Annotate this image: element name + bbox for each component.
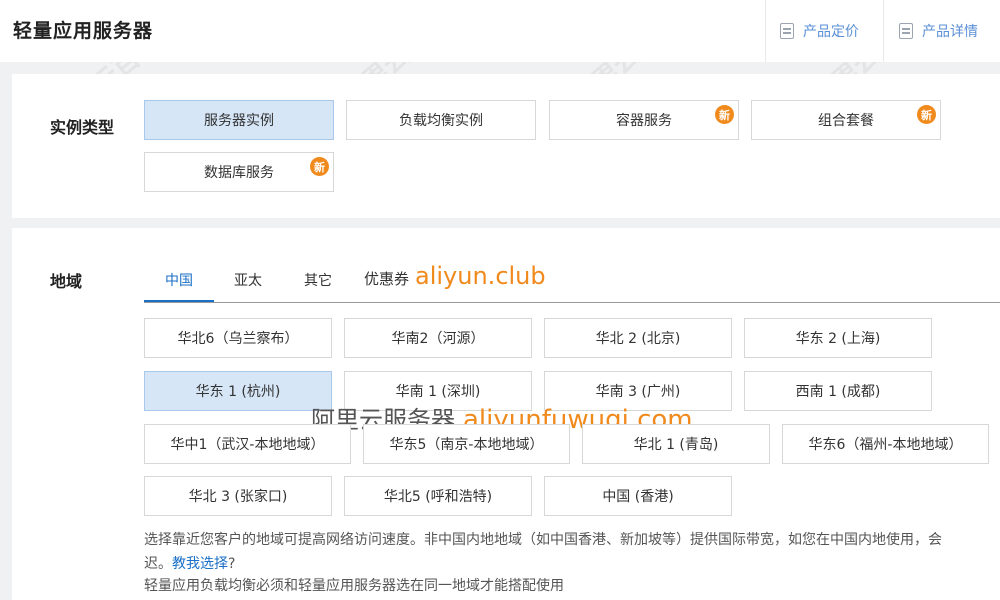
new-badge: 新 <box>310 157 329 176</box>
option-label: 组合套餐 <box>818 113 874 129</box>
option-label: 华东 2 (上海) <box>795 331 881 347</box>
option-label: 数据库服务 <box>204 165 274 181</box>
instance-option-bundle[interactable]: 组合套餐 新 <box>751 100 941 140</box>
option-label: 华东 1 (杭州) <box>195 384 281 400</box>
desc-suffix: ? <box>228 556 236 572</box>
page-title: 轻量应用服务器 <box>13 20 154 42</box>
details-link-label: 产品详情 <box>922 24 978 40</box>
header-divider <box>883 0 884 62</box>
tab-divider <box>144 302 1000 303</box>
option-label: 华北5 (呼和浩特) <box>383 489 493 505</box>
option-label: 华北 2 (北京) <box>595 331 681 347</box>
coupon-text: 优惠券 <box>364 270 410 288</box>
tab-other[interactable]: 其它 <box>304 270 332 290</box>
pricing-doc-icon <box>780 23 794 39</box>
region-option[interactable]: 华北 3 (张家口) <box>144 476 332 516</box>
instance-option-load-balancer[interactable]: 负载均衡实例 <box>346 100 536 140</box>
option-label: 容器服务 <box>616 113 672 129</box>
instance-option-container[interactable]: 容器服务 新 <box>549 100 739 140</box>
region-option[interactable]: 华东 2 (上海) <box>744 318 932 358</box>
option-label: 华北 3 (张家口) <box>188 489 288 505</box>
region-option-selected[interactable]: 华东 1 (杭州) <box>144 371 332 411</box>
option-label: 中国 (香港) <box>602 489 674 505</box>
new-badge: 新 <box>917 105 936 124</box>
header-divider <box>765 0 766 62</box>
instance-type-label: 实例类型 <box>50 118 115 137</box>
region-description-line2: 迟。教我选择? <box>144 552 235 576</box>
details-doc-icon <box>899 23 913 39</box>
region-option[interactable]: 华东5（南京-本地地域） <box>363 424 570 464</box>
option-label: 华北6（乌兰察布） <box>177 331 299 347</box>
option-label: 华北 1 (青岛) <box>633 437 719 453</box>
instance-option-server[interactable]: 服务器实例 <box>144 100 334 140</box>
tab-china[interactable]: 中国 <box>165 270 193 290</box>
tab-asia-pacific[interactable]: 亚太 <box>234 270 262 290</box>
pricing-link-label: 产品定价 <box>803 24 859 40</box>
help-choose-link[interactable]: 教我选择 <box>172 556 228 572</box>
instance-type-panel <box>12 74 1000 218</box>
option-label: 华东6（福州-本地地域） <box>808 437 963 453</box>
option-label: 负载均衡实例 <box>399 113 483 129</box>
region-option[interactable]: 华北5 (呼和浩特) <box>344 476 532 516</box>
coupon-link[interactable]: 优惠券 aliyun.club <box>364 262 546 290</box>
option-label: 华南 1 (深圳) <box>395 384 481 400</box>
option-label: 华南2（河源） <box>391 331 485 347</box>
region-option[interactable]: 华北 2 (北京) <box>544 318 732 358</box>
region-option[interactable]: 华东6（福州-本地地域） <box>782 424 989 464</box>
region-option[interactable]: 华北6（乌兰察布） <box>144 318 332 358</box>
region-option[interactable]: 华南2（河源） <box>344 318 532 358</box>
region-option[interactable]: 西南 1 (成都) <box>744 371 932 411</box>
coupon-site: aliyun.club <box>415 262 546 290</box>
option-label: 华东5（南京-本地地域） <box>389 437 544 453</box>
option-label: 西南 1 (成都) <box>795 384 881 400</box>
desc-prefix: 迟。 <box>144 556 172 572</box>
region-option[interactable]: 中国 (香港) <box>544 476 732 516</box>
region-description-line1: 选择靠近您客户的地域可提高网络访问速度。非中国内地地域（如中国香港、新加坡等）提… <box>144 532 942 548</box>
option-label: 华南 3 (广州) <box>595 384 681 400</box>
details-link[interactable]: 产品详情 <box>899 0 978 62</box>
region-option[interactable]: 华中1（武汉-本地地域） <box>144 424 351 464</box>
region-label: 地域 <box>50 272 83 291</box>
new-badge: 新 <box>715 105 734 124</box>
instance-option-database[interactable]: 数据库服务 新 <box>144 152 334 192</box>
option-label: 华中1（武汉-本地地域） <box>170 437 325 453</box>
region-description-line3: 轻量应用负载均衡必须和轻量应用服务器选在同一地域才能搭配使用 <box>144 578 564 594</box>
option-label: 服务器实例 <box>204 113 274 129</box>
pricing-link[interactable]: 产品定价 <box>780 0 859 62</box>
region-option[interactable]: 华北 1 (青岛) <box>582 424 770 464</box>
